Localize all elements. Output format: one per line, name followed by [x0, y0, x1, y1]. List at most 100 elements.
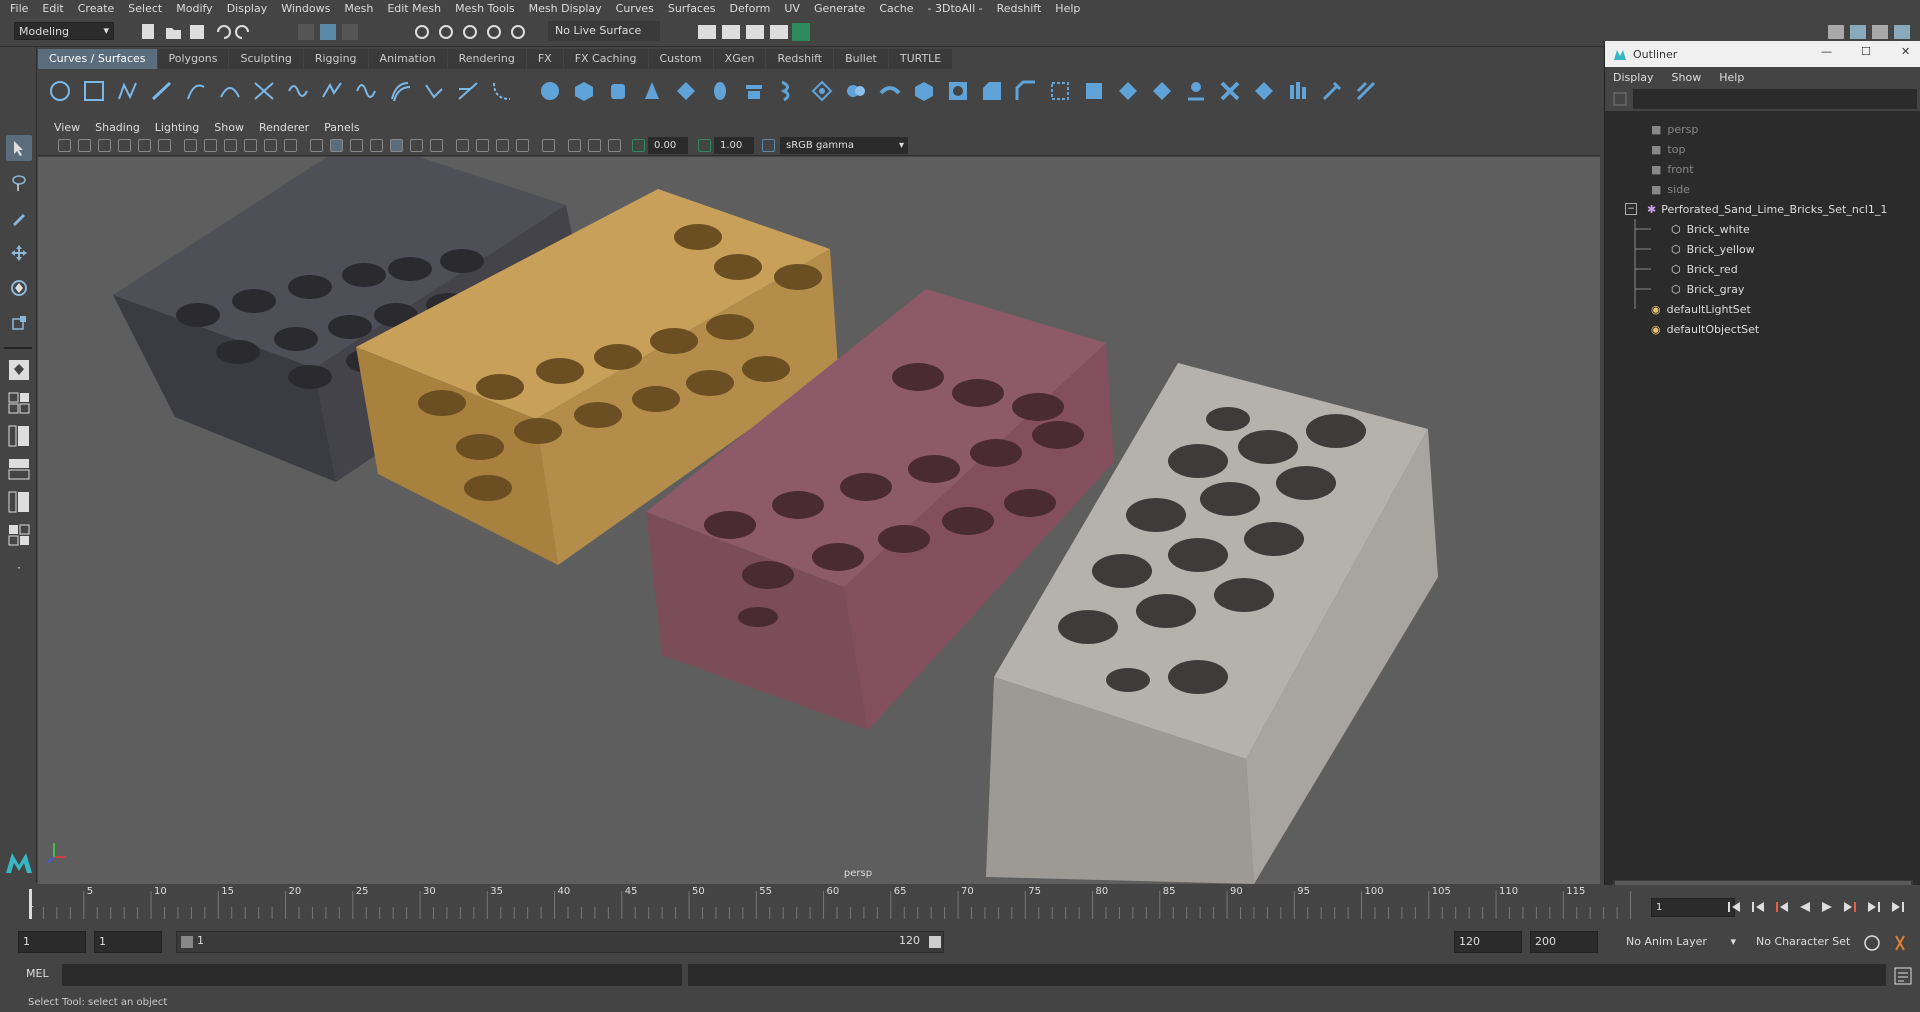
- tab-rigging[interactable]: Rigging: [303, 49, 368, 69]
- gamma-icon[interactable]: [698, 139, 711, 152]
- live-surface-field[interactable]: No Live Surface: [548, 21, 660, 41]
- rotate-tool[interactable]: [6, 275, 32, 301]
- persp-hypershade-layout[interactable]: [6, 489, 32, 515]
- tab-bullet[interactable]: Bullet: [834, 49, 888, 69]
- menu-3dtoall[interactable]: - 3DtoAll -: [928, 2, 983, 15]
- gamma-field[interactable]: 1.00: [714, 137, 754, 154]
- gate-mask-icon[interactable]: [244, 139, 257, 152]
- use-all-lights-icon[interactable]: [410, 139, 423, 152]
- exposure-icon[interactable]: [632, 139, 645, 152]
- nurbs-torus-icon[interactable]: [708, 79, 732, 103]
- single-perspective-layout[interactable]: [6, 357, 32, 383]
- offset-icon[interactable]: [388, 79, 412, 103]
- outliner-menu-help[interactable]: Help: [1719, 71, 1744, 84]
- scale-tool[interactable]: [6, 310, 32, 336]
- camera-attrs-icon[interactable]: [78, 139, 91, 152]
- panel-menu-panels[interactable]: Panels: [324, 121, 359, 134]
- grease-pencil-icon[interactable]: [158, 139, 171, 152]
- outliner-menu-display[interactable]: Display: [1613, 71, 1654, 84]
- menu-help[interactable]: Help: [1055, 2, 1080, 15]
- nurbs-circle-icon[interactable]: [48, 79, 72, 103]
- insert-knot-icon[interactable]: [320, 79, 344, 103]
- wireframe-icon[interactable]: [310, 139, 323, 152]
- image-plane-icon[interactable]: [118, 139, 131, 152]
- menu-mesh[interactable]: Mesh: [344, 2, 373, 15]
- menu-create[interactable]: Create: [78, 2, 115, 15]
- square-surface-icon[interactable]: [946, 79, 970, 103]
- playback-end-field[interactable]: 120: [1454, 931, 1522, 953]
- ep-curve-icon[interactable]: [150, 79, 174, 103]
- animation-start-field[interactable]: 1: [18, 931, 86, 953]
- menu-modify[interactable]: Modify: [176, 2, 212, 15]
- safe-action-icon[interactable]: [284, 139, 297, 152]
- command-language-label[interactable]: MEL: [26, 967, 49, 980]
- arc-icon[interactable]: [218, 79, 242, 103]
- extend-icon[interactable]: [354, 79, 378, 103]
- persp-graph-layout[interactable]: [6, 456, 32, 482]
- reverse-icon[interactable]: [422, 79, 446, 103]
- nurbs-plane-icon[interactable]: [674, 79, 698, 103]
- project-curve-icon[interactable]: [1014, 79, 1038, 103]
- script-editor-icon[interactable]: [1894, 967, 1912, 985]
- menu-cache[interactable]: Cache: [879, 2, 913, 15]
- sculpt-icon[interactable]: [1320, 79, 1344, 103]
- isolate-select-icon[interactable]: [542, 139, 555, 152]
- tree-row-persp[interactable]: ■ persp: [1605, 119, 1920, 139]
- minimize-icon[interactable]: —: [1821, 45, 1832, 58]
- resolution-gate-icon[interactable]: [224, 139, 237, 152]
- align-surfaces-icon[interactable]: [1218, 79, 1242, 103]
- panel-menu-show[interactable]: Show: [214, 121, 244, 134]
- tree-row-default-object-set[interactable]: ◉ defaultObjectSet: [1605, 319, 1920, 339]
- tab-animation[interactable]: Animation: [368, 49, 447, 69]
- range-slider[interactable]: 1 120: [176, 931, 944, 953]
- view-transform-dropdown[interactable]: sRGB gamma ▾: [780, 137, 908, 154]
- tree-row-side[interactable]: ■ side: [1605, 179, 1920, 199]
- auto-key-icons[interactable]: [1862, 933, 1918, 953]
- wireframe-on-shaded-icon[interactable]: [370, 139, 383, 152]
- lasso-tool[interactable]: [6, 170, 32, 196]
- command-input[interactable]: [62, 964, 682, 986]
- anim-layer-dropdown[interactable]: No Anim Layer ▾: [1620, 931, 1740, 953]
- move-tool[interactable]: [6, 240, 32, 266]
- paint-select-tool[interactable]: [6, 205, 32, 231]
- file-tools-icons[interactable]: [140, 22, 280, 42]
- shadows-icon[interactable]: [430, 139, 443, 152]
- detach-surfaces-icon[interactable]: [1184, 79, 1208, 103]
- boundary-icon[interactable]: [912, 79, 936, 103]
- untrim-icon[interactable]: [1116, 79, 1140, 103]
- tab-fx-caching[interactable]: FX Caching: [563, 49, 648, 69]
- birail-icon[interactable]: [878, 79, 902, 103]
- ambient-occlusion-icon[interactable]: [456, 139, 469, 152]
- animation-end-field[interactable]: 200: [1530, 931, 1598, 953]
- range-handle-end[interactable]: [929, 936, 941, 948]
- selection-mode-icons[interactable]: [296, 22, 366, 42]
- character-set-dropdown[interactable]: No Character Set: [1750, 931, 1866, 953]
- camera-icon[interactable]: [58, 139, 71, 152]
- intersect-icon[interactable]: [1048, 79, 1072, 103]
- color-management-icon[interactable]: [762, 139, 775, 152]
- custom-layout[interactable]: [6, 522, 32, 548]
- rebuild-icon[interactable]: [456, 79, 480, 103]
- xray-components-icon[interactable]: [608, 139, 621, 152]
- menu-mesh-tools[interactable]: Mesh Tools: [455, 2, 515, 15]
- tab-redshift[interactable]: Redshift: [766, 49, 834, 69]
- tab-xgen[interactable]: XGen: [713, 49, 766, 69]
- nurbs-square-icon[interactable]: [82, 79, 106, 103]
- detach-curves-icon[interactable]: [286, 79, 310, 103]
- tab-rendering[interactable]: Rendering: [447, 49, 526, 69]
- rebuild-surface-icon[interactable]: [1286, 79, 1310, 103]
- snap-icons[interactable]: [412, 22, 542, 42]
- open-close-icon[interactable]: [1252, 79, 1276, 103]
- menu-uv[interactable]: UV: [784, 2, 800, 15]
- bookmark-icon[interactable]: [98, 139, 111, 152]
- nurbs-cone-icon[interactable]: [640, 79, 664, 103]
- mode-dropdown[interactable]: Modeling ▾: [14, 22, 114, 40]
- trim-icon[interactable]: [1082, 79, 1106, 103]
- time-slider[interactable]: 1 5 10 15 20 25 30 35 40 45 50 55 60 65 70 75 80 85 90 95 1…: [0, 885, 1920, 921]
- two-d-pan-icon[interactable]: [138, 139, 151, 152]
- film-gate-icon[interactable]: [204, 139, 217, 152]
- attach-surfaces-icon[interactable]: [1150, 79, 1174, 103]
- range-handle-start[interactable]: [181, 936, 193, 948]
- menu-mesh-display[interactable]: Mesh Display: [529, 2, 602, 15]
- loft-icon[interactable]: [776, 79, 800, 103]
